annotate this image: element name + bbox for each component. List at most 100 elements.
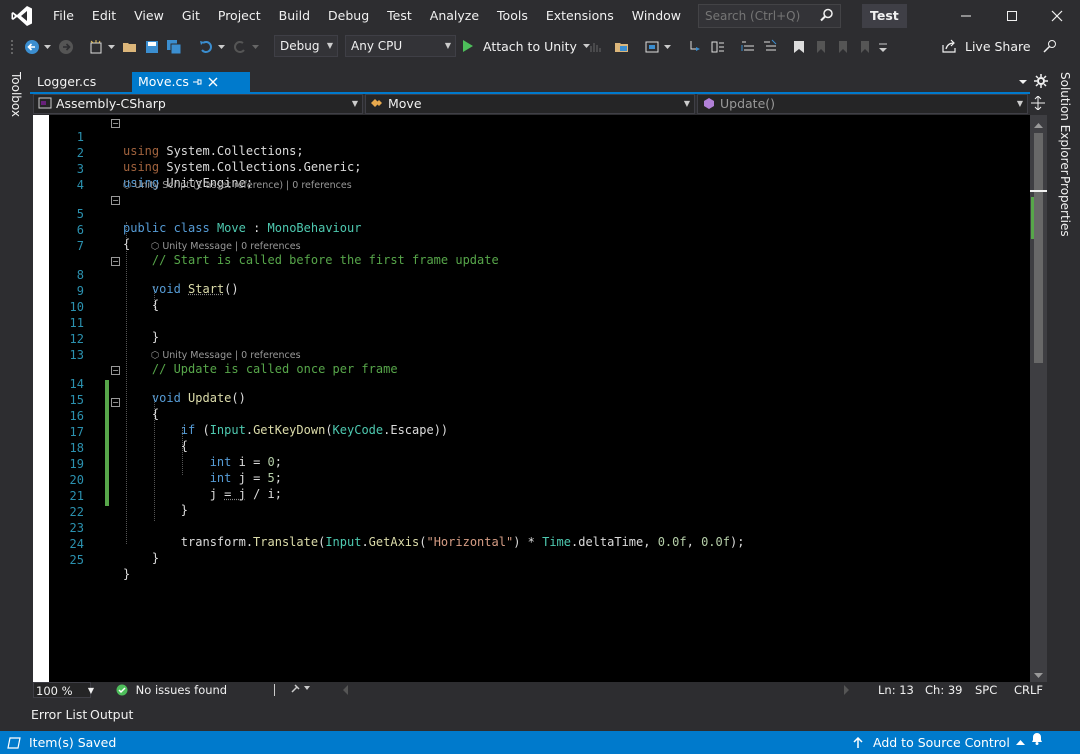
title-bar: File Edit View Git Project Build Debug T…: [0, 0, 1080, 32]
view-dropdown-icon[interactable]: [662, 36, 672, 58]
hot-reload-icon[interactable]: [586, 36, 604, 58]
menu-window[interactable]: Window: [623, 0, 690, 32]
split-editor-icon[interactable]: [1031, 95, 1045, 113]
search-icon[interactable]: [820, 8, 834, 25]
visual-studio-logo-icon[interactable]: [0, 0, 44, 32]
column-indicator[interactable]: Ch: 39: [925, 682, 962, 698]
toolbar-overflow-icon[interactable]: [876, 36, 890, 58]
line-ending-indicator[interactable]: CRLF: [1014, 682, 1043, 698]
type-dropdown[interactable]: Move ▼: [365, 94, 695, 114]
scroll-down-icon[interactable]: [1034, 668, 1043, 682]
attach-to-unity-button[interactable]: Attach to Unity: [462, 35, 590, 57]
zoom-select[interactable]: 100 % ▼: [33, 682, 94, 698]
code-line: 8 void Start(): [33, 253, 1030, 296]
codelens-update[interactable]: ⬡ Unity Message | 0 references: [151, 350, 301, 362]
menu-extensions[interactable]: Extensions: [537, 0, 623, 32]
menu-file[interactable]: File: [44, 0, 83, 32]
menu-analyze[interactable]: Analyze: [421, 0, 488, 32]
menu-test[interactable]: Test: [378, 0, 421, 32]
line-indicator[interactable]: Ln: 13: [878, 682, 914, 698]
save-all-icon[interactable]: [164, 36, 184, 58]
step-into-icon[interactable]: [686, 36, 706, 58]
bookmark-icon[interactable]: [790, 36, 808, 58]
chevron-down-icon: ▼: [1016, 99, 1023, 108]
comment-lines-icon[interactable]: [738, 36, 758, 58]
feedback-icon[interactable]: [1040, 36, 1060, 58]
chevron-down-icon: ▼: [683, 99, 690, 108]
open-folder-icon[interactable]: [120, 36, 140, 58]
member-dropdown[interactable]: Update() ▼: [697, 94, 1028, 114]
forward-icon[interactable]: [56, 36, 76, 58]
menu-tools[interactable]: Tools: [488, 0, 537, 32]
close-tab-icon[interactable]: [208, 72, 218, 93]
vertical-scrollbar[interactable]: [1030, 115, 1047, 682]
undo-dropdown-icon[interactable]: [216, 36, 226, 58]
menu-project[interactable]: Project: [209, 0, 270, 32]
configuration-select[interactable]: Debug ▼: [274, 35, 338, 57]
menu-build[interactable]: Build: [270, 0, 319, 32]
platform-select[interactable]: Any CPU ▼: [345, 35, 456, 57]
scroll-up-icon[interactable]: [1034, 118, 1043, 132]
code-line: 20 j = j / i;: [33, 458, 1030, 501]
code-editor[interactable]: − − − − − 1 using System.Collections; 2 …: [33, 115, 1030, 682]
code-line: 9 {: [33, 269, 1030, 312]
scroll-left-icon[interactable]: [343, 682, 349, 699]
codelens-start[interactable]: ⬡ Unity Message | 0 references: [151, 241, 301, 253]
code-cleanup-icon[interactable]: [290, 682, 312, 698]
scroll-thumb[interactable]: [1034, 133, 1043, 363]
search-input[interactable]: [705, 9, 815, 23]
new-dropdown-icon[interactable]: [106, 36, 116, 58]
uncomment-lines-icon[interactable]: [760, 36, 780, 58]
next-bookmark-icon[interactable]: [834, 36, 852, 58]
step-over-icon[interactable]: [708, 36, 728, 58]
settings-gear-icon[interactable]: [1034, 74, 1048, 91]
solution-explorer-icon[interactable]: [642, 36, 662, 58]
line-number: 4: [76, 178, 84, 192]
tab-error-list[interactable]: Error List: [31, 707, 87, 722]
redo-icon[interactable]: [230, 36, 250, 58]
menu-debug[interactable]: Debug: [319, 0, 378, 32]
toolbar-grip-icon[interactable]: [6, 36, 18, 58]
tab-logger-cs[interactable]: Logger.cs: [31, 72, 131, 92]
live-share-button[interactable]: Live Share: [942, 35, 1031, 57]
editor-status-bar: 100 % ▼ No issues found Ln: 13 Ch: 39 SP…: [30, 682, 1050, 698]
minimize-button[interactable]: [943, 0, 989, 32]
clear-bookmarks-icon[interactable]: [856, 36, 874, 58]
properties-tab[interactable]: Properties: [1058, 176, 1072, 237]
close-button[interactable]: [1034, 0, 1080, 32]
code-line: 3 using UnityEngine;: [33, 147, 1030, 190]
notifications-bell-icon[interactable]: [1030, 731, 1044, 745]
codelens-class[interactable]: ⬡ Unity Script (1 asset reference) | 0 r…: [123, 180, 352, 192]
menu-edit[interactable]: Edit: [83, 0, 125, 32]
project-dropdown[interactable]: Assembly-CSharp ▼: [33, 94, 363, 114]
tab-move-cs[interactable]: Move.cs: [132, 72, 250, 92]
back-dropdown-icon[interactable]: [42, 36, 52, 58]
chevron-down-icon: ▼: [444, 41, 451, 50]
tab-label: Logger.cs: [37, 74, 97, 89]
solution-explorer-tab[interactable]: Solution Explorer: [1058, 72, 1072, 175]
tab-output[interactable]: Output: [90, 707, 133, 722]
redo-dropdown-icon[interactable]: [250, 36, 260, 58]
add-to-source-control-button[interactable]: Add to Source Control: [853, 731, 1025, 754]
maximize-button[interactable]: [989, 0, 1035, 32]
undo-icon[interactable]: [196, 36, 216, 58]
menu-git[interactable]: Git: [173, 0, 209, 32]
issues-indicator[interactable]: No issues found: [116, 682, 227, 698]
source-control-label: Add to Source Control: [873, 735, 1010, 750]
new-project-icon[interactable]: [86, 36, 106, 58]
menu-view[interactable]: View: [125, 0, 173, 32]
previous-bookmark-icon[interactable]: [812, 36, 830, 58]
toolbox-tab[interactable]: Toolbox: [9, 72, 23, 117]
document-tabs: Logger.cs Move.cs: [30, 72, 1050, 92]
save-icon[interactable]: [142, 36, 162, 58]
search-box[interactable]: [698, 4, 841, 28]
issues-label: No issues found: [135, 683, 228, 697]
code-line: 13 // Update is called once per frame: [33, 333, 1030, 376]
open-file-icon[interactable]: [612, 36, 632, 58]
scroll-right-icon[interactable]: [844, 682, 850, 699]
whitespace-indicator[interactable]: SPC: [975, 682, 997, 698]
back-icon[interactable]: [22, 36, 42, 58]
code-text: }: [123, 567, 131, 581]
standard-toolbar: Debug ▼ Any CPU ▼ Attach to Unity Live S…: [0, 32, 1080, 62]
pin-icon[interactable]: [192, 72, 202, 93]
